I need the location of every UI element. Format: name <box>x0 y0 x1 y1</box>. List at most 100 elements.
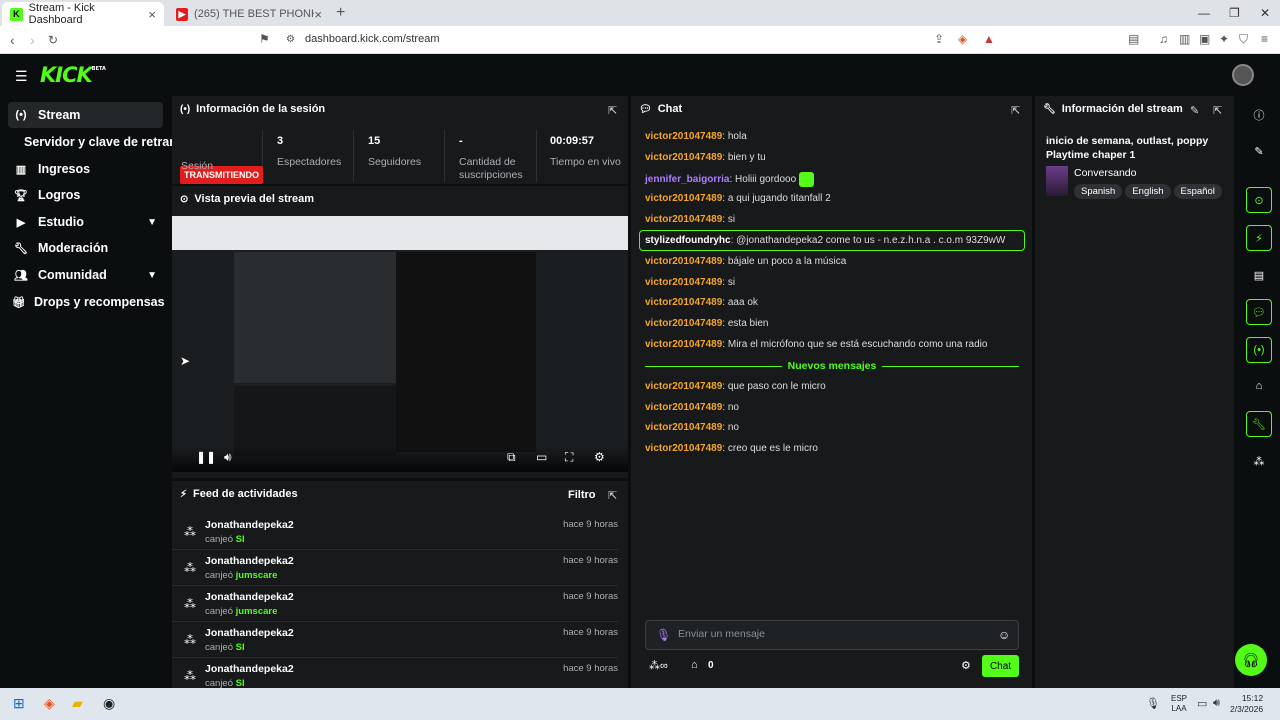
back-icon[interactable]: ‹ <box>10 32 15 48</box>
chat-username[interactable]: victor201047489 <box>645 381 722 392</box>
notes-icon[interactable]: ▤ <box>1246 262 1272 288</box>
chat-username[interactable]: victor201047489 <box>645 277 722 288</box>
tag-espanol[interactable]: Español <box>1173 184 1222 199</box>
url-field[interactable]: dashboard.kick.com/stream <box>305 33 440 45</box>
chat-username[interactable]: victor201047489 <box>645 422 722 433</box>
vpn-icon[interactable]: ⛉ <box>1239 32 1248 47</box>
chat-username[interactable]: victor201047489 <box>645 318 722 329</box>
broadcast-tool-icon[interactable]: (•) <box>1246 337 1272 363</box>
edit-icon[interactable]: ✎ <box>1190 104 1199 117</box>
chat-username[interactable]: victor201047489 <box>645 193 722 204</box>
sidebar-item-comunidad[interactable]: 👥︎ Comunidad ▼ <box>8 262 163 288</box>
leo-icon[interactable]: ✦ <box>1219 32 1229 46</box>
close-window-icon[interactable]: ✕ <box>1260 6 1270 20</box>
menu-icon[interactable]: ≡ <box>1261 32 1268 46</box>
popout-icon[interactable]: ⇱ <box>1213 104 1222 117</box>
tag-spanish[interactable]: Spanish <box>1074 184 1123 199</box>
clock[interactable]: 15:12 2/3/2026 <box>1230 693 1263 715</box>
sidebar-toggle-icon[interactable]: ▤ <box>1128 32 1139 46</box>
forward-icon[interactable]: › <box>30 32 35 48</box>
microphone-icon[interactable]: 🎙︎ <box>656 628 671 642</box>
chat-tool-icon[interactable]: 💬︎ <box>1246 299 1272 325</box>
kick-logo[interactable]: KICKBETA <box>40 63 106 87</box>
theater-icon[interactable]: ▭ <box>536 450 547 464</box>
emoji-icon[interactable]: ☺ <box>998 628 1010 642</box>
settings-icon[interactable]: ⚙ <box>594 450 605 464</box>
close-tab-icon[interactable]: × <box>148 7 156 22</box>
microphone-tray-icon[interactable]: 🎙︎ <box>1146 697 1160 710</box>
windows-start-icon[interactable]: ⊞ <box>13 695 25 712</box>
site-info-icon[interactable]: ⚙ <box>286 34 295 45</box>
reload-icon[interactable]: ↻ <box>48 33 58 47</box>
brave-browser-icon[interactable]: ◈ <box>44 695 55 712</box>
chevron-down-icon: ▼ <box>147 269 157 281</box>
filter-button[interactable]: Filtro <box>568 489 596 501</box>
chat-username[interactable]: victor201047489 <box>645 152 722 163</box>
network-icon[interactable]: ▭ <box>1197 697 1207 710</box>
tab-youtube[interactable]: ▶ (265) THE BEST PHONK PLAYLIST × <box>168 2 330 26</box>
points-icon[interactable]: ⁂ <box>1246 448 1272 474</box>
sidebar-item-stream[interactable]: (•) Stream <box>8 102 163 128</box>
popout-icon[interactable]: ⇱ <box>1011 104 1020 117</box>
sidebar-item-ingresos[interactable]: ▥ Ingresos <box>8 156 163 182</box>
stream-video[interactable]: ❚❚ 🔊︎ ⧉ ▭ ⛶ ⚙ ➤ <box>172 216 628 472</box>
pip-icon[interactable]: ⧉ <box>507 450 516 465</box>
chat-username[interactable]: victor201047489 <box>645 214 722 225</box>
fullscreen-icon[interactable]: ⛶ <box>565 450 573 465</box>
video-nested-preview <box>234 252 396 383</box>
maximize-icon[interactable]: ❐ <box>1229 6 1240 20</box>
wrench-tool-icon[interactable]: 🔧︎ <box>1246 411 1272 437</box>
help-support-icon[interactable]: 🎧︎ <box>1235 644 1267 676</box>
chat-username[interactable]: victor201047489 <box>645 443 722 454</box>
pause-icon[interactable]: ❚❚ <box>196 450 216 464</box>
new-tab-button[interactable]: + <box>336 4 345 22</box>
store-icon[interactable]: ⌂ <box>691 659 698 671</box>
sidebar-item-server-key[interactable]: Servidor y clave de retransm <box>20 129 195 155</box>
close-tab-icon[interactable]: × <box>314 7 322 22</box>
info-icon[interactable]: ⓘ <box>1246 102 1272 128</box>
sidebar-item-moderacion[interactable]: 🔧︎ Moderación <box>8 235 163 261</box>
sidebar-item-estudio[interactable]: ▶ Estudio ▼ <box>8 209 163 235</box>
wallet-icon[interactable]: ▣ <box>1199 32 1210 46</box>
chat-username[interactable]: victor201047489 <box>645 131 722 142</box>
language-indicator[interactable]: ESP LAA <box>1171 694 1187 714</box>
chat-username[interactable]: stylizedfoundryhc <box>645 235 731 246</box>
volume-tray-icon[interactable]: 🔊︎ <box>1213 697 1220 710</box>
chat-send-button[interactable]: Chat <box>982 655 1019 677</box>
edit-icon[interactable]: ✎ <box>1246 138 1272 164</box>
chat-username[interactable]: victor201047489 <box>645 256 722 267</box>
music-icon[interactable]: ♫ <box>1159 32 1168 46</box>
tag-english[interactable]: English <box>1125 184 1171 199</box>
tab-kick-dashboard[interactable]: K Stream - Kick Dashboard × <box>2 2 164 26</box>
chat-input[interactable] <box>678 628 978 640</box>
chat-username[interactable]: victor201047489 <box>645 402 722 413</box>
popout-icon[interactable]: ⇱ <box>608 104 617 117</box>
chat-username[interactable]: jennifer_baigorria <box>645 174 729 185</box>
category-thumbnail[interactable] <box>1046 166 1068 196</box>
sidebar-item-logros[interactable]: 🏆︎ Logros <box>8 182 163 208</box>
store-icon[interactable]: ⌂ <box>1246 373 1272 399</box>
share-icon[interactable]: ⇪ <box>934 32 944 46</box>
hamburger-menu-icon[interactable]: ☰ <box>15 68 28 85</box>
obs-icon[interactable]: ◉ <box>103 695 115 712</box>
chat-settings-icon[interactable]: ⚙ <box>961 659 971 672</box>
lightning-icon[interactable]: ⚡︎ <box>1246 225 1272 251</box>
brave-shield-icon[interactable]: ◈ <box>958 32 967 46</box>
sidebar-item-label: Servidor y clave de retransm <box>24 135 195 149</box>
chat-username[interactable]: victor201047489 <box>645 297 722 308</box>
user-avatar[interactable] <box>1232 64 1254 86</box>
popout-icon[interactable]: ⇱ <box>608 489 617 502</box>
sidebar-item-drops[interactable]: 🎁︎ Drops y recompensas <box>8 289 165 315</box>
chat-username[interactable]: victor201047489 <box>645 339 722 350</box>
feed-reward: SI <box>235 534 245 545</box>
stat-value: 00:09:57 <box>550 135 595 147</box>
minimize-icon[interactable]: — <box>1198 6 1210 20</box>
panel-icon[interactable]: ▥ <box>1179 32 1190 46</box>
preview-tool-icon[interactable]: ⊙ <box>1246 187 1272 213</box>
bookmark-icon[interactable]: ⚑ <box>259 32 270 46</box>
category-name[interactable]: Conversando <box>1074 167 1136 179</box>
file-explorer-icon[interactable]: ▰ <box>72 695 83 712</box>
volume-icon[interactable]: 🔊︎ <box>224 450 232 465</box>
rewards-icon[interactable]: ▲ <box>983 32 995 46</box>
points-icon[interactable]: ⁂∞ <box>649 659 668 672</box>
